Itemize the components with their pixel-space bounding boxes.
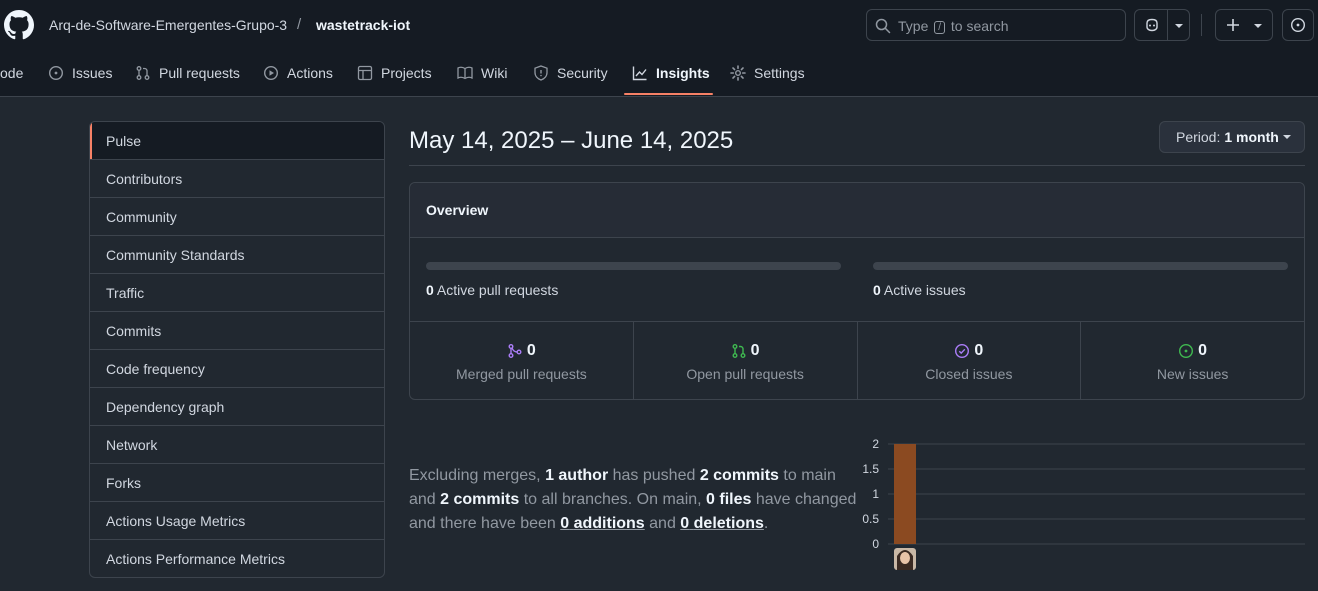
period-select-button[interactable]: Period: 1 month	[1159, 121, 1305, 153]
issues-button[interactable]	[1282, 9, 1314, 41]
shield-icon	[534, 65, 548, 81]
overview-stats: 0 Merged pull requests 0 Open pull reque…	[410, 322, 1304, 399]
sidebar-item-traffic[interactable]: Traffic	[90, 274, 384, 312]
commit-bar[interactable]	[894, 444, 916, 544]
y-tick-label: 0.5	[862, 512, 879, 526]
stat-closed-issues[interactable]: 0 Closed issues	[858, 322, 1082, 399]
search-placeholder: Type / to search	[898, 18, 1009, 34]
active-issues-bar	[873, 262, 1288, 270]
author-avatar[interactable]	[894, 548, 916, 570]
repo-header: Arq-de-Software-Emergentes-Grupo-3 / was…	[0, 0, 1318, 97]
new-issue-icon	[1179, 343, 1194, 359]
sidebar-item-pulse[interactable]: Pulse	[90, 122, 384, 160]
repo-name-link[interactable]: wastetrack-iot	[316, 17, 410, 33]
github-logo-icon[interactable]	[4, 10, 34, 40]
issue-icon	[1290, 17, 1306, 33]
graph-icon	[632, 66, 647, 81]
active-prs-bar	[426, 262, 841, 270]
tab-code[interactable]: ode	[0, 50, 23, 96]
table-icon	[357, 65, 373, 81]
top-bar: Arq-de-Software-Emergentes-Grupo-3 / was…	[0, 0, 1318, 50]
closed-issue-icon	[955, 343, 970, 359]
insights-sidebar: Pulse Contributors Community Community S…	[89, 121, 385, 578]
search-input[interactable]: Type / to search	[866, 9, 1126, 41]
book-icon	[457, 66, 473, 80]
sidebar-item-network[interactable]: Network	[90, 426, 384, 464]
authors-count: 1 author	[545, 467, 609, 484]
gear-icon	[730, 65, 746, 81]
stat-new-issues[interactable]: 0 New issues	[1081, 322, 1304, 399]
overview-title: Overview	[410, 183, 1304, 238]
sidebar-item-actions-performance-metrics[interactable]: Actions Performance Metrics	[90, 540, 384, 577]
copilot-button[interactable]	[1134, 9, 1190, 41]
files-changed-count: 0 files	[706, 491, 752, 508]
sidebar-item-forks[interactable]: Forks	[90, 464, 384, 502]
plus-icon	[1227, 19, 1239, 31]
tab-insights[interactable]: Insights	[632, 50, 710, 96]
y-tick-label: 1.5	[862, 462, 879, 476]
sidebar-item-contributors[interactable]: Contributors	[90, 160, 384, 198]
commits-all-count: 2 commits	[440, 491, 520, 508]
path-separator: /	[297, 16, 302, 33]
stat-merged-prs[interactable]: 0 Merged pull requests	[410, 322, 634, 399]
merged-icon	[508, 344, 522, 358]
stat-open-prs[interactable]: 0 Open pull requests	[634, 322, 858, 399]
title-divider	[409, 165, 1305, 166]
page-title: May 14, 2025 – June 14, 2025	[409, 127, 734, 154]
sidebar-item-community-standards[interactable]: Community Standards	[90, 236, 384, 274]
overview-progress: 0 Active pull requests 0 Active issues	[410, 238, 1304, 322]
tab-actions[interactable]: Actions	[263, 50, 333, 96]
additions-link[interactable]: 0 additions	[560, 515, 644, 532]
overview-box: Overview 0 Active pull requests 0 Active…	[409, 182, 1305, 400]
search-shortcut-key: /	[934, 21, 946, 34]
deletions-link[interactable]: 0 deletions	[680, 515, 764, 532]
play-icon	[263, 65, 279, 81]
commit-summary: Excluding merges, 1 author has pushed 2 …	[409, 467, 857, 532]
sidebar-item-dependency-graph[interactable]: Dependency graph	[90, 388, 384, 426]
active-tab-indicator	[624, 93, 713, 95]
active-prs-link[interactable]: 0 Active pull requests	[426, 282, 558, 298]
tab-projects[interactable]: Projects	[357, 50, 432, 96]
open-pr-icon	[732, 344, 746, 358]
sidebar-item-commits[interactable]: Commits	[90, 312, 384, 350]
y-tick-label: 2	[872, 437, 879, 451]
chevron-down-icon	[1254, 24, 1262, 28]
chevron-down-icon	[1175, 24, 1183, 28]
sidebar-item-code-frequency[interactable]: Code frequency	[90, 350, 384, 388]
header-divider	[1201, 14, 1202, 36]
tab-wiki[interactable]: Wiki	[457, 50, 507, 96]
commits-by-author-chart: 0 0.5 1 1.5 2	[862, 437, 1305, 570]
y-tick-label: 1	[872, 487, 879, 501]
repo-owner-link[interactable]: Arq-de-Software-Emergentes-Grupo-3	[49, 17, 287, 33]
sidebar-item-community[interactable]: Community	[90, 198, 384, 236]
copilot-icon	[1146, 18, 1158, 32]
sidebar-item-actions-usage-metrics[interactable]: Actions Usage Metrics	[90, 502, 384, 540]
repo-nav: ode Issues Pull requests Actions Project…	[0, 50, 1318, 97]
search-icon	[875, 18, 891, 34]
y-tick-label: 0	[872, 537, 879, 551]
pull-request-icon	[136, 66, 150, 80]
commits-main-count: 2 commits	[699, 467, 779, 484]
tab-security[interactable]: Security	[533, 50, 608, 96]
create-new-button[interactable]	[1215, 9, 1273, 41]
tab-pull-requests[interactable]: Pull requests	[135, 50, 240, 96]
tab-issues[interactable]: Issues	[48, 50, 112, 96]
caret-down-icon	[1282, 135, 1291, 139]
tab-settings[interactable]: Settings	[730, 50, 805, 96]
issue-icon	[48, 65, 64, 81]
active-issues-link[interactable]: 0 Active issues	[873, 282, 966, 298]
